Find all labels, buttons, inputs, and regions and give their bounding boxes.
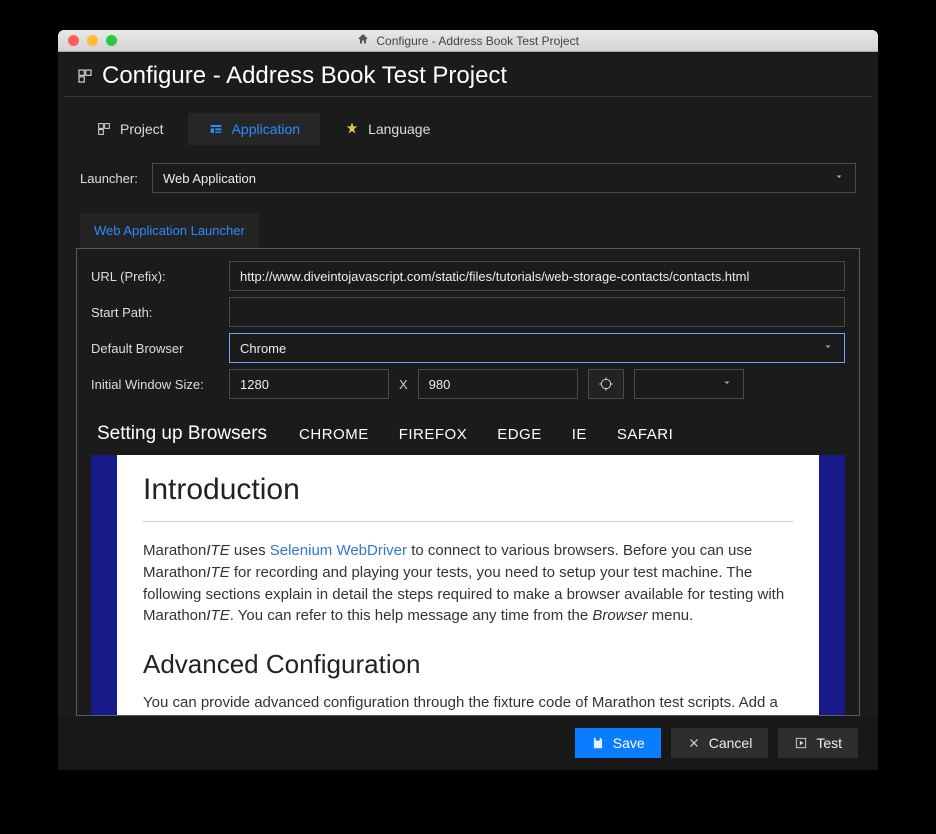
test-button[interactable]: Test: [778, 728, 858, 758]
titlebar-title: Configure - Address Book Test Project: [58, 33, 878, 48]
height-input-field[interactable]: [429, 377, 567, 392]
save-button[interactable]: Save: [575, 728, 661, 758]
height-input[interactable]: [418, 369, 578, 399]
detect-size-button[interactable]: [588, 369, 624, 399]
launcher-subtab-row: Web Application Launcher: [58, 201, 878, 248]
tab-language-label: Language: [368, 121, 430, 137]
test-button-label: Test: [816, 735, 842, 751]
cancel-button-label: Cancel: [709, 735, 753, 751]
start-path-input-field[interactable]: [240, 305, 834, 320]
chevron-down-icon: [822, 341, 834, 356]
url-input-field[interactable]: [240, 269, 834, 284]
minimize-window-button[interactable]: [87, 35, 98, 46]
url-label: URL (Prefix):: [91, 269, 219, 284]
default-browser-select[interactable]: Chrome: [229, 333, 845, 363]
tab-project[interactable]: Project: [76, 113, 184, 145]
start-path-label: Start Path:: [91, 305, 219, 320]
window-size-row: X: [229, 369, 845, 399]
close-icon: [687, 736, 701, 750]
browser-tab-chrome[interactable]: CHROME: [299, 426, 369, 443]
chevron-down-icon: [721, 377, 733, 392]
selenium-link[interactable]: Selenium WebDriver: [270, 542, 407, 559]
tab-application[interactable]: Application: [188, 113, 321, 145]
doc-divider: [143, 521, 793, 522]
launcher-select[interactable]: Web Application: [152, 163, 856, 193]
play-icon: [794, 736, 808, 750]
page-title-text: Configure - Address Book Test Project: [102, 62, 507, 90]
browser-tab-safari[interactable]: SAFARI: [617, 426, 673, 443]
save-button-label: Save: [613, 735, 645, 751]
main-tabs: Project Application Language: [58, 97, 878, 145]
launcher-select-value: Web Application: [163, 171, 256, 186]
browser-help-tabs: Setting up Browsers CHROME FIREFOX EDGE …: [91, 417, 845, 455]
doc-subheading: Advanced Configuration: [143, 649, 793, 680]
browser-tab-firefox[interactable]: FIREFOX: [399, 426, 468, 443]
doc-container: Introduction MarathonITE uses Selenium W…: [91, 455, 845, 715]
launcher-subtab[interactable]: Web Application Launcher: [80, 213, 259, 248]
zoom-window-button[interactable]: [106, 35, 117, 46]
doc-intro-paragraph: MarathonITE uses Selenium WebDriver to c…: [143, 540, 793, 627]
browser-tab-edge[interactable]: EDGE: [497, 426, 542, 443]
dialog-footer: Save Cancel Test: [58, 716, 878, 770]
project-icon: [96, 121, 112, 137]
save-icon: [591, 736, 605, 750]
doc-advanced-paragraph: You can provide advanced configuration t…: [143, 692, 793, 714]
width-input-field[interactable]: [240, 377, 378, 392]
preset-size-select[interactable]: [634, 369, 744, 399]
window-size-label: Initial Window Size:: [91, 377, 219, 392]
content: Configure - Address Book Test Project Pr…: [58, 52, 878, 770]
cancel-button[interactable]: Cancel: [671, 728, 769, 758]
language-icon: [344, 121, 360, 137]
launcher-label: Launcher:: [80, 171, 142, 186]
tab-project-label: Project: [120, 121, 164, 137]
default-browser-label: Default Browser: [91, 341, 219, 356]
configure-window: Configure - Address Book Test Project Co…: [58, 30, 878, 770]
url-input[interactable]: [229, 261, 845, 291]
browser-band-heading: Setting up Browsers: [97, 423, 267, 445]
configure-icon: [76, 67, 94, 85]
width-input[interactable]: [229, 369, 389, 399]
close-window-button[interactable]: [68, 35, 79, 46]
default-browser-value: Chrome: [240, 341, 286, 356]
browser-tab-ie[interactable]: IE: [572, 426, 587, 443]
titlebar-text: Configure - Address Book Test Project: [376, 34, 579, 48]
application-icon: [208, 121, 224, 137]
launcher-panel: URL (Prefix): Start Path: Default Browse…: [76, 248, 860, 716]
help-document: Introduction MarathonITE uses Selenium W…: [117, 455, 819, 715]
tab-language[interactable]: Language: [324, 113, 450, 145]
launcher-subtab-label: Web Application Launcher: [94, 223, 245, 238]
launcher-row: Launcher: Web Application: [58, 145, 878, 201]
page-title: Configure - Address Book Test Project: [64, 52, 872, 97]
doc-heading: Introduction: [143, 473, 793, 507]
start-path-input[interactable]: [229, 297, 845, 327]
launcher-form: URL (Prefix): Start Path: Default Browse…: [91, 261, 845, 399]
traffic-lights: [58, 35, 117, 46]
app-icon: [357, 33, 369, 48]
size-separator: X: [399, 377, 408, 392]
window-titlebar: Configure - Address Book Test Project: [58, 30, 878, 52]
tab-application-label: Application: [232, 121, 301, 137]
target-icon: [598, 376, 614, 392]
chevron-down-icon: [833, 171, 845, 186]
